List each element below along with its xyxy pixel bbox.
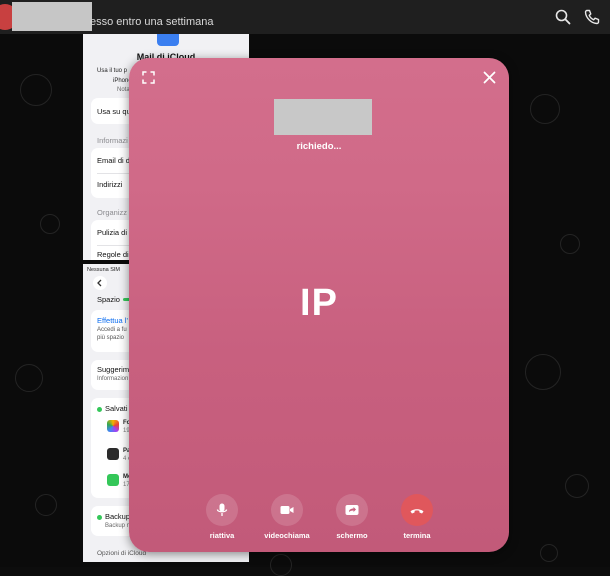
mail-app-icon <box>157 34 179 46</box>
mail-desc-line: Usa il tuo p <box>97 68 128 74</box>
end-call-label: termina <box>403 531 431 540</box>
more-options: Opzioni di iCloud <box>97 550 147 557</box>
addresses-row[interactable]: Indirizzi <box>97 180 122 189</box>
close-icon[interactable] <box>483 71 496 84</box>
status-dot <box>97 407 102 412</box>
upgrade-link[interactable]: Effettua l' <box>97 316 128 325</box>
chevron-left-icon <box>97 279 102 287</box>
upgrade-desc: più spazio <box>97 335 125 341</box>
back-button[interactable] <box>93 276 107 290</box>
cleanup-row[interactable]: Pulizia di <box>97 228 127 237</box>
end-call-button[interactable] <box>401 494 433 526</box>
mail-desc-line: Nota <box>117 87 130 93</box>
saved-label: Salvati <box>105 404 128 413</box>
video-call-button[interactable] <box>271 494 303 526</box>
contact-name-redacted[interactable] <box>12 2 92 31</box>
screen-share-icon <box>345 505 359 515</box>
storage-space-label: Spazio <box>97 295 120 304</box>
backup-label: Backup <box>105 512 131 521</box>
microphone-icon <box>216 503 228 516</box>
suggestions-label: Suggerim <box>97 365 130 374</box>
call-status: richiedo... <box>296 141 342 152</box>
messages-app-icon <box>107 474 119 486</box>
hang-up-icon <box>410 509 424 514</box>
caller-name-redacted <box>274 99 372 135</box>
photos-app-icon <box>107 420 119 432</box>
video-camera-icon <box>280 506 294 514</box>
section-header-info: Informazi <box>97 136 128 145</box>
voice-call-panel: richiedo... IP riattiva videochiama sche… <box>129 58 509 552</box>
rules-row[interactable]: Regole di <box>97 250 129 259</box>
screen-share-button[interactable] <box>336 494 368 526</box>
last-seen-status: esso entro una settimana <box>90 16 214 28</box>
status-bar-carrier: Nessuna SIM <box>87 267 121 273</box>
status-dot <box>97 515 102 520</box>
upgrade-desc: Accedi a fu <box>97 327 127 333</box>
use-on-label: Usa su qu <box>97 107 131 116</box>
suggestions-desc: Informazion <box>97 376 129 382</box>
caller-initials: IP <box>300 282 338 324</box>
unmute-button[interactable] <box>206 494 238 526</box>
email-row[interactable]: Email di d <box>97 156 130 165</box>
search-icon[interactable] <box>554 8 572 26</box>
fullscreen-icon[interactable] <box>142 71 155 84</box>
section-header-organize: Organizz <box>97 208 128 217</box>
phone-icon[interactable] <box>583 8 601 26</box>
passwords-app-icon <box>107 448 119 460</box>
chat-header: esso entro una settimana <box>0 0 610 34</box>
